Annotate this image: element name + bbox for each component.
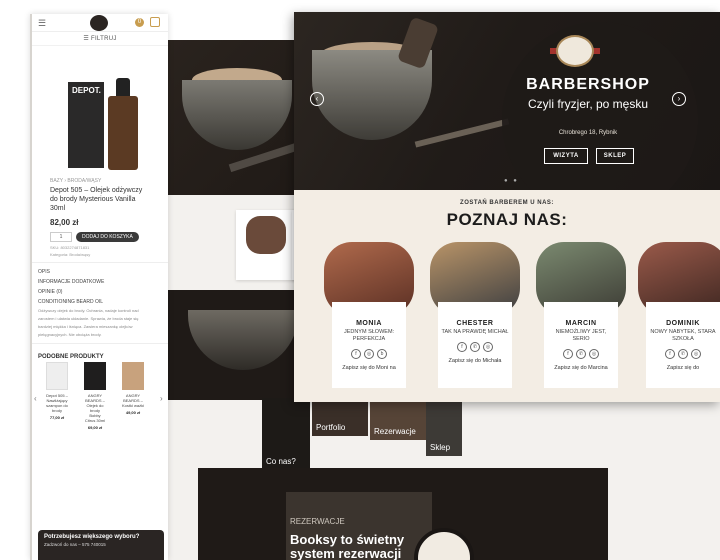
- hamburger-icon[interactable]: ☰: [38, 18, 46, 29]
- facebook-icon[interactable]: f: [563, 349, 573, 359]
- contact-banner[interactable]: Potrzebujesz większego wyboru? Zadzwoń d…: [38, 530, 164, 560]
- team-member-desc: JEDNYM SŁOWEM: PERFEKCJA: [343, 329, 395, 342]
- team-member-desc: TAK NA PRAWDĘ MICHAŁ: [441, 329, 509, 335]
- description-line: bardziej miękka i lśniąca. Zawiera miesz…: [38, 324, 133, 329]
- chevron-right-icon[interactable]: ›: [672, 92, 686, 106]
- screenshot-stage: Co nas? Portfolio Rezerwacje Sklep REZER…: [0, 0, 720, 560]
- phone-icon[interactable]: ✆: [678, 349, 688, 359]
- team-member-desc: NOWY NABYTEK, STARA SZKOŁA: [650, 329, 716, 342]
- tile-co-nas[interactable]: Co nas?: [262, 398, 310, 470]
- tile-portfolio[interactable]: Portfolio: [312, 396, 368, 436]
- hero-slider: BARBERSHOP Czyli fryzjer, po męsku Chrob…: [294, 12, 720, 190]
- description-line: pielęgnacyjnych. Nie obciąża brody.: [38, 332, 102, 337]
- slider-dots[interactable]: ● ●: [504, 178, 519, 184]
- booking-link[interactable]: Zapisz się do Michała: [441, 358, 509, 364]
- tab-opis[interactable]: OPIS: [32, 267, 168, 277]
- team-member-card: MARCIN NIEMOŻLIWY JEST, SERIO f ✆ ◎ Zapi…: [536, 242, 626, 388]
- tab-opinie[interactable]: OPINIE (0): [32, 287, 168, 297]
- tab-info[interactable]: INFORMACJE DODATKOWE: [32, 277, 168, 287]
- related-heading: PODOBNE PRODUKTY: [38, 354, 104, 360]
- facebook-icon[interactable]: f: [665, 349, 675, 359]
- facebook-icon[interactable]: f: [457, 342, 467, 352]
- mobile-header: ☰ 0: [32, 14, 168, 32]
- booking-link[interactable]: Zapisz się do: [649, 365, 717, 371]
- description-line: zarostem i ułatwia układanie. Sprawia, ż…: [38, 316, 139, 321]
- hero-title: BARBERSHOP: [526, 76, 650, 93]
- instagram-icon[interactable]: ◎: [691, 349, 701, 359]
- site-logo[interactable]: [90, 15, 108, 31]
- team-member-name: DOMINIK: [666, 320, 700, 327]
- barbershop-logo: [556, 35, 594, 67]
- team-kicker: ZOSTAŃ BARBEREM U NAS:: [460, 200, 554, 206]
- product-brand-label: DEPOT.: [72, 86, 101, 95]
- related-product[interactable]: ANGRY BEARDS – Kostki ważki 49,00 zł: [122, 362, 144, 415]
- related-product[interactable]: Depot 505 – Nawilżający szampon do brody…: [46, 362, 68, 420]
- cart-count-badge: 0: [135, 18, 144, 27]
- tile-sklep[interactable]: Sklep: [426, 396, 462, 456]
- instagram-icon[interactable]: ◎: [589, 349, 599, 359]
- cart-icon[interactable]: [150, 17, 160, 27]
- team-member-name: MONIA: [356, 320, 382, 327]
- tile-rezerwacje[interactable]: Rezerwacje: [370, 396, 426, 440]
- team-member-card: DOMINIK NOWY NABYTEK, STARA SZKOŁA f ✆ ◎…: [638, 242, 720, 388]
- instagram-icon[interactable]: ◎: [483, 342, 493, 352]
- chevron-left-icon[interactable]: ‹: [310, 92, 324, 106]
- filter-button[interactable]: ☰ FILTRUJ: [32, 32, 168, 46]
- instagram-icon[interactable]: ◎: [364, 349, 374, 359]
- product-image[interactable]: DEPOT.: [32, 46, 168, 170]
- team-member-card: CHESTER TAK NA PRAWDĘ MICHAŁ f ✆ ◎ Zapis…: [430, 242, 520, 388]
- chevron-left-icon[interactable]: ‹: [34, 394, 37, 403]
- product-price: 82,00 zł: [50, 218, 79, 227]
- hero-address: Chrobrego 18, Rybnik: [558, 130, 618, 136]
- add-to-cart-button[interactable]: DODAJ DO KOSZYKA: [76, 232, 139, 242]
- related-product[interactable]: ANGRY BEARDS – Olejek do brody Bobby Cit…: [84, 362, 106, 430]
- booksy-heading: REZERWACJE Booksy to świetny system reze…: [290, 517, 405, 560]
- category-text[interactable]: Kategoria: Broda/wąsy: [32, 251, 168, 258]
- sku-text: SKU: 8032274871831: [50, 245, 90, 250]
- desktop-homepage: BARBERSHOP Czyli fryzjer, po męsku Chrob…: [294, 12, 720, 402]
- phone-icon[interactable]: ✆: [576, 349, 586, 359]
- mobile-product-page: ☰ 0 ☰ FILTRUJ DEPOT. BAZY › BRODA/WĄSY D…: [30, 14, 168, 560]
- booksy-icon[interactable]: b: [377, 349, 387, 359]
- team-member-name: MARCIN: [565, 320, 597, 327]
- description-line: Odżywczy olejek do brody. Ochrania, nada…: [38, 308, 139, 313]
- team-member-name: CHESTER: [456, 320, 494, 327]
- team-member-card: MONIA JEDNYM SŁOWEM: PERFEKCJA f ◎ b Zap…: [324, 242, 414, 388]
- chevron-right-icon[interactable]: ›: [160, 394, 163, 403]
- booking-link[interactable]: Zapisz się do Moni na: [335, 365, 403, 371]
- hero-subtitle: Czyli fryzjer, po męsku: [527, 97, 649, 111]
- background-card: [236, 210, 296, 280]
- shop-button[interactable]: SKLEP: [596, 148, 634, 164]
- team-member-desc: NIEMOŻLIWY JEST, SERIO: [555, 329, 607, 342]
- visit-button[interactable]: WIZYTA: [544, 148, 588, 164]
- quantity-stepper[interactable]: 1: [50, 232, 72, 242]
- description-heading: CONDITIONING BEARD OIL: [38, 299, 104, 305]
- booking-link[interactable]: Zapisz się do Marcina: [547, 365, 615, 371]
- related-products: ‹ Depot 505 – Nawilżający szampon do bro…: [32, 362, 168, 442]
- phone-icon[interactable]: ✆: [470, 342, 480, 352]
- facebook-icon[interactable]: f: [351, 349, 361, 359]
- team-title: POZNAJ NAS:: [446, 210, 568, 229]
- product-title: Depot 505 – Olejek odżywczy do brody Mys…: [50, 187, 143, 212]
